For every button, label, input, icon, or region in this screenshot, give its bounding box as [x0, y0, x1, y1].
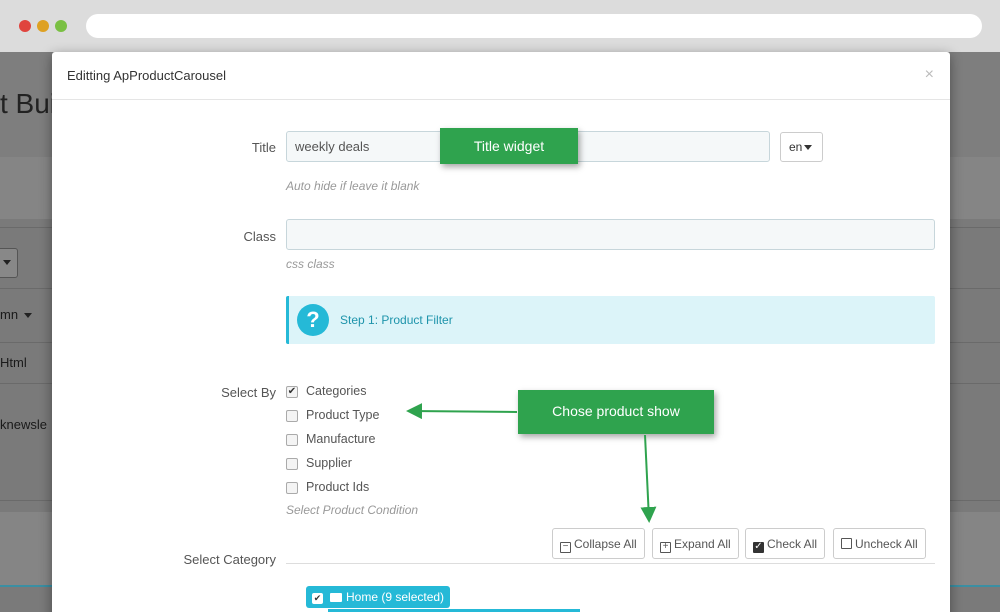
question-icon: ? — [297, 304, 329, 336]
close-icon[interactable]: × — [925, 66, 934, 84]
background-select[interactable] — [0, 248, 18, 278]
tree-node-label: Home (9 selected) — [346, 590, 445, 604]
checkbox-icon[interactable] — [286, 410, 298, 422]
background-row-html: Html — [0, 355, 27, 370]
option-label: Categories — [306, 384, 367, 398]
option-label: Product Type — [306, 408, 380, 422]
class-label: Class — [243, 229, 276, 244]
chevron-down-icon — [804, 145, 813, 151]
modal-header: Editting ApProductCarousel × — [52, 52, 950, 100]
title-label: Title — [251, 140, 276, 155]
collapse-all-button[interactable]: − Collapse All — [552, 528, 645, 559]
option-label: Manufacture — [306, 432, 376, 446]
language-label: en — [789, 140, 803, 154]
checkbox-icon[interactable] — [286, 458, 298, 470]
step-info-box: ? Step 1: Product Filter — [286, 296, 935, 344]
collapse-all-label: Collapse All — [574, 537, 637, 551]
folder-icon — [330, 593, 342, 602]
expand-all-button[interactable]: + Expand All — [652, 528, 739, 559]
option-label: Supplier — [306, 456, 352, 470]
title-widget-callout: Title widget — [440, 128, 578, 164]
close-window-button[interactable] — [19, 20, 31, 32]
tree-node-home[interactable]: ✔ Home (9 selected) — [306, 586, 451, 608]
collapse-icon: − — [560, 542, 571, 553]
empty-square-icon — [841, 538, 852, 549]
modal-title: Editting ApProductCarousel — [67, 68, 226, 83]
select-category-label: Select Category — [183, 552, 277, 567]
checkbox-checked-icon[interactable]: ✔ — [312, 593, 323, 604]
background-page-title: t Bui — [0, 88, 57, 119]
check-all-button[interactable]: ✓ Check All — [745, 528, 826, 559]
title-help-text: Auto hide if leave it blank — [286, 179, 420, 193]
step-info-text: Step 1: Product Filter — [340, 313, 453, 327]
check-square-icon: ✓ — [753, 541, 764, 553]
checkbox-icon[interactable] — [286, 434, 298, 446]
chose-product-show-callout: Chose product show — [518, 390, 714, 434]
class-input[interactable] — [286, 219, 935, 250]
maximize-window-button[interactable] — [55, 20, 67, 32]
class-help-text: css class — [286, 257, 335, 271]
select-by-label: Select By — [221, 385, 276, 400]
browser-chrome — [0, 0, 1000, 52]
option-label: Product Ids — [306, 480, 370, 494]
expand-all-label: Expand All — [674, 537, 731, 551]
minimize-window-button[interactable] — [37, 20, 49, 32]
background-row-newsletter: knewsle — [0, 417, 47, 432]
background-column-select[interactable]: mn — [0, 307, 32, 322]
uncheck-all-label: Uncheck All — [855, 537, 918, 551]
address-bar[interactable] — [86, 14, 982, 38]
select-by-help-text: Select Product Condition — [286, 503, 419, 517]
checkbox-icon[interactable] — [286, 482, 298, 494]
background-column-select-label: mn — [0, 307, 19, 322]
expand-icon: + — [660, 542, 671, 553]
checkbox-checked-icon[interactable]: ✔ — [286, 386, 298, 398]
divider — [286, 563, 935, 564]
language-dropdown[interactable]: en — [780, 132, 823, 162]
uncheck-all-button[interactable]: Uncheck All — [833, 528, 926, 559]
check-all-label: Check All — [767, 537, 818, 551]
